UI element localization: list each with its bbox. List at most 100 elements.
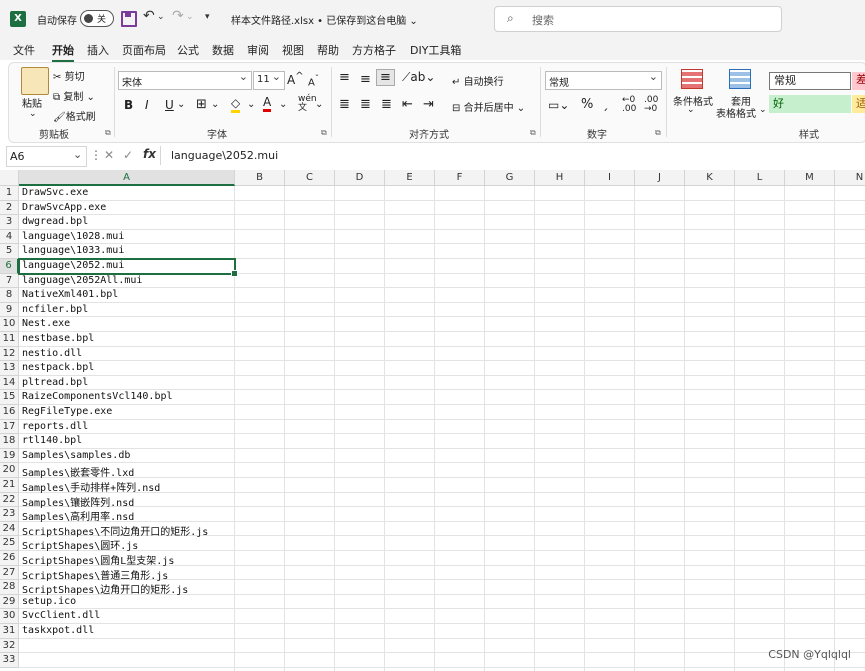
cell-a[interactable]: setup.ico: [22, 596, 76, 607]
font-launcher-icon[interactable]: ⧉: [321, 128, 327, 138]
cell-a[interactable]: ScriptShapes\不同边角开口的矩形.js: [22, 523, 208, 538]
name-box-dropdown-icon[interactable]: ⌄: [73, 148, 82, 161]
more-options-icon[interactable]: ⋮: [90, 148, 102, 162]
row-header[interactable]: 32: [0, 638, 19, 654]
row-header[interactable]: 22: [0, 492, 19, 508]
column-header[interactable]: B: [235, 170, 285, 186]
merge-center-button[interactable]: ⊟ 合并后居中 ⌄: [452, 99, 525, 114]
tab-home[interactable]: 开始: [52, 42, 74, 62]
column-header[interactable]: I: [585, 170, 635, 186]
font-size-select[interactable]: 11: [253, 70, 285, 90]
row-header[interactable]: 29: [0, 594, 19, 610]
row-header[interactable]: 9: [0, 302, 19, 318]
row-header[interactable]: 7: [0, 273, 19, 289]
number-format-select[interactable]: 常规: [545, 70, 662, 90]
autosave-toggle[interactable]: 关: [80, 10, 114, 27]
active-cell-selection[interactable]: [18, 258, 238, 277]
paste-button[interactable]: 粘贴: [22, 95, 42, 110]
row-header[interactable]: 2: [0, 200, 19, 216]
conditional-format-icon[interactable]: [681, 69, 703, 89]
enter-icon[interactable]: ✓: [123, 148, 133, 162]
decrease-indent-icon[interactable]: ⇤: [402, 97, 413, 112]
row-header[interactable]: 25: [0, 536, 19, 551]
cell-a[interactable]: Samples\嵌套零件.lxd: [22, 464, 134, 479]
cell-a[interactable]: ScriptShapes\圆环.js: [22, 537, 138, 552]
borders-dropdown-icon[interactable]: ⌄: [211, 99, 219, 110]
borders-icon[interactable]: ⊞: [196, 97, 207, 112]
paste-icon[interactable]: [21, 67, 49, 95]
cell-a[interactable]: nestio.dll: [22, 348, 82, 359]
row-header[interactable]: 10: [0, 317, 19, 332]
underline-button[interactable]: U: [165, 98, 174, 112]
column-header[interactable]: G: [485, 170, 535, 186]
row-header[interactable]: 18: [0, 434, 19, 449]
row-header[interactable]: 1: [0, 186, 19, 201]
column-header[interactable]: E: [385, 170, 435, 186]
align-right-icon[interactable]: ≣: [381, 97, 392, 112]
document-title[interactable]: 样本文件路径.xlsx • 已保存到这台电脑 ⌄: [231, 12, 418, 27]
font-name-select[interactable]: 宋体: [118, 70, 252, 90]
tab-review[interactable]: 审阅: [247, 42, 269, 58]
column-header[interactable]: M: [785, 170, 835, 186]
format-as-table-dropdown-icon[interactable]: ⌄: [759, 105, 767, 115]
column-header[interactable]: F: [435, 170, 485, 186]
cell-a[interactable]: NativeXml401.bpl: [22, 289, 118, 300]
align-middle-icon[interactable]: ≡: [360, 72, 371, 87]
row-header[interactable]: 13: [0, 361, 19, 376]
increase-decimal-icon[interactable]: ←0.00: [622, 96, 636, 114]
redo-dropdown-icon[interactable]: ⌄: [186, 12, 194, 22]
row-header[interactable]: 23: [0, 507, 19, 522]
row-header[interactable]: 28: [0, 580, 19, 595]
align-left-icon[interactable]: ≣: [339, 97, 350, 112]
row-header[interactable]: 3: [0, 215, 19, 230]
row-header[interactable]: 19: [0, 448, 19, 464]
format-painter-button[interactable]: 🖌格式刷: [53, 108, 96, 123]
worksheet-grid[interactable]: A B C D E F G H I J K L M N 1 DrawSvc.exe 2 DrawSvcApp.ex…: [0, 170, 865, 671]
row-header[interactable]: 14: [0, 375, 19, 391]
clipboard-launcher-icon[interactable]: ⧉: [105, 128, 111, 138]
column-header[interactable]: L: [735, 170, 785, 186]
row-header[interactable]: 11: [0, 332, 19, 347]
cell-a[interactable]: reports.dll: [22, 421, 88, 432]
row-header[interactable]: 21: [0, 478, 19, 493]
row-header[interactable]: 17: [0, 419, 19, 435]
tab-file[interactable]: 文件: [13, 42, 35, 58]
tab-fangfang[interactable]: 方方格子: [352, 42, 396, 58]
style-normal[interactable]: 常规: [769, 72, 851, 90]
align-center-icon[interactable]: ≣: [360, 97, 371, 112]
column-header[interactable]: D: [335, 170, 385, 186]
formula-input[interactable]: language\2052.mui: [160, 146, 865, 165]
cell-a[interactable]: DrawSvcApp.exe: [22, 202, 106, 213]
undo-icon[interactable]: ↶: [143, 8, 155, 24]
fill-color-icon[interactable]: ◇: [231, 96, 241, 113]
increase-indent-icon[interactable]: ⇥: [423, 97, 434, 112]
phonetic-dropdown-icon[interactable]: ⌄: [315, 99, 323, 110]
cell-a[interactable]: dwgread.bpl: [22, 216, 88, 227]
phonetic-icon[interactable]: wén 文: [298, 95, 317, 113]
insert-function-icon[interactable]: fx: [143, 147, 156, 161]
row-header[interactable]: 26: [0, 551, 19, 566]
style-good[interactable]: 好: [769, 95, 851, 113]
cell-a[interactable]: Nest.exe: [22, 318, 70, 329]
cell-a[interactable]: language\2052All.mui: [22, 275, 142, 286]
underline-dropdown-icon[interactable]: ⌄: [177, 99, 185, 110]
row-header[interactable]: 15: [0, 390, 19, 405]
bold-button[interactable]: B: [124, 98, 133, 112]
row-header[interactable]: 33: [0, 653, 19, 668]
row-header[interactable]: 31: [0, 624, 19, 639]
cell-a[interactable]: Samples\镶嵌阵列.nsd: [22, 494, 134, 509]
format-as-table-icon[interactable]: [729, 69, 751, 89]
cell-a[interactable]: taskxpot.dll: [22, 625, 94, 636]
row-header[interactable]: 24: [0, 521, 19, 537]
tab-data[interactable]: 数据: [212, 42, 234, 58]
tab-help[interactable]: 帮助: [317, 42, 339, 58]
tab-insert[interactable]: 插入: [87, 42, 109, 58]
tab-diy-toolbox[interactable]: DIY工具箱: [410, 42, 461, 58]
cell-a[interactable]: pltread.bpl: [22, 377, 88, 388]
row-header[interactable]: 6: [0, 259, 19, 274]
cell-a[interactable]: ncfiler.bpl: [22, 304, 88, 315]
cell-a[interactable]: RegFileType.exe: [22, 406, 112, 417]
fill-color-dropdown-icon[interactable]: ⌄: [247, 99, 255, 110]
copy-button[interactable]: ⧉ 复制 ⌄: [53, 88, 95, 103]
conditional-format-dropdown-icon[interactable]: ⌄: [687, 105, 695, 115]
